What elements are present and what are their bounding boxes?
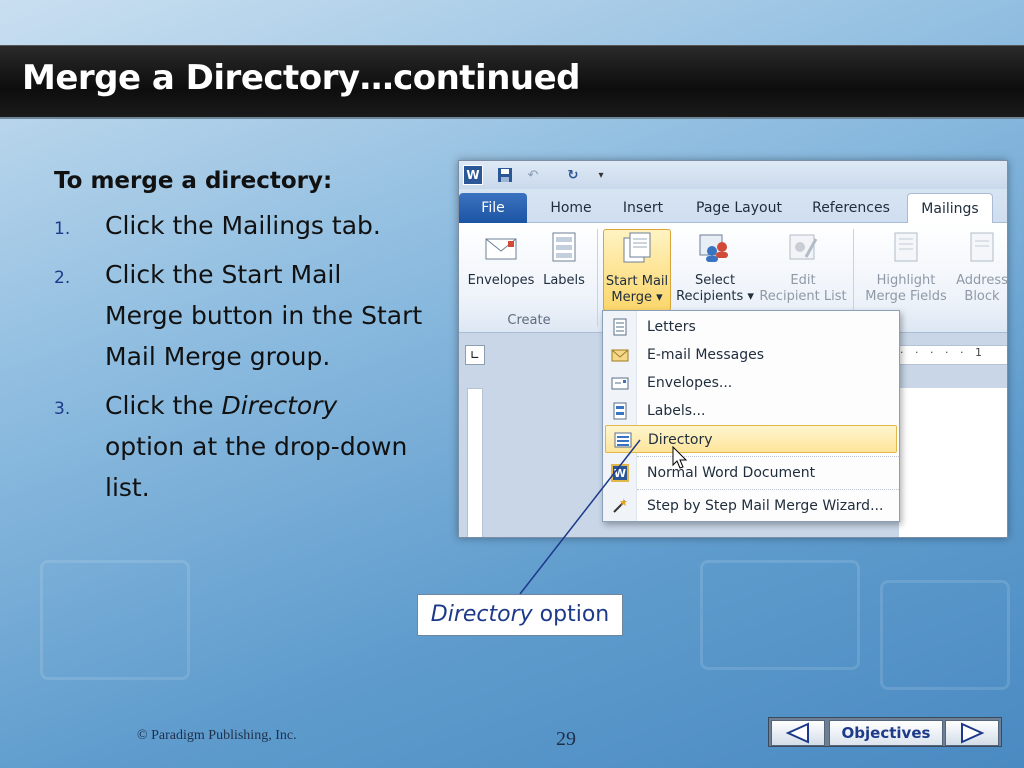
undo-icon[interactable]: ↶ bbox=[523, 165, 543, 185]
step-item: 3. Click the Directory option at the dro… bbox=[54, 385, 424, 508]
envelope-icon bbox=[611, 374, 629, 392]
email-icon bbox=[611, 346, 629, 364]
labels-button[interactable]: Labels bbox=[539, 229, 589, 311]
redo-icon[interactable]: ↻ bbox=[563, 165, 583, 185]
edit-recipient-label-2: Recipient List bbox=[759, 289, 847, 304]
tab-mailings[interactable]: Mailings bbox=[907, 193, 993, 223]
menu-item-envelopes[interactable]: Envelopes... bbox=[603, 369, 899, 397]
highlight-merge-fields-button[interactable]: Highlight Merge Fields bbox=[859, 229, 953, 311]
recipients-icon bbox=[698, 229, 732, 265]
edit-recipient-label-1: Edit bbox=[790, 273, 816, 288]
objectives-button[interactable]: Objectives bbox=[829, 720, 943, 746]
horizontal-ruler: · · · · · 1 bbox=[899, 345, 1007, 365]
labels-label: Labels bbox=[543, 273, 585, 288]
step-item: 1. Click the Mailings tab. bbox=[54, 205, 424, 246]
step-text: Click the Mailings tab. bbox=[105, 211, 381, 240]
page-number: 29 bbox=[556, 728, 576, 750]
mouse-cursor-icon bbox=[672, 445, 688, 470]
labels-icon bbox=[547, 229, 581, 265]
tab-selector-icon[interactable]: ∟ bbox=[465, 345, 485, 365]
address-label-2: Block bbox=[964, 289, 1000, 304]
highlight-label-1: Highlight bbox=[876, 273, 936, 288]
envelopes-button[interactable]: Envelopes bbox=[463, 229, 539, 311]
menu-item-label: Letters bbox=[647, 319, 696, 335]
start-mail-merge-button[interactable]: Start Mail Merge ▾ bbox=[603, 229, 671, 311]
arrow-right-icon bbox=[961, 722, 985, 744]
start-mail-merge-menu: Letters E-mail Messages Envelopes... Lab… bbox=[602, 310, 900, 522]
instructions-heading: To merge a directory: bbox=[54, 168, 333, 194]
arrow-left-icon bbox=[785, 722, 809, 744]
highlight-fields-icon bbox=[889, 229, 923, 265]
menu-item-label: Labels... bbox=[647, 403, 706, 419]
word-logo-icon: W bbox=[463, 165, 483, 185]
highlight-label-2: Merge Fields bbox=[865, 289, 947, 304]
address-block-button[interactable]: Address Block bbox=[951, 229, 1008, 311]
envelope-icon bbox=[484, 229, 518, 265]
start-mail-merge-label-1: Start Mail bbox=[605, 274, 669, 289]
create-group-label: Create bbox=[507, 313, 551, 328]
menu-item-label: E-mail Messages bbox=[647, 347, 764, 363]
title-bar: Merge a Directory…continued bbox=[0, 45, 1024, 119]
edit-list-icon bbox=[786, 229, 820, 265]
menu-item-label: Envelopes... bbox=[647, 375, 733, 391]
menu-separator bbox=[637, 489, 899, 490]
background-keycap bbox=[700, 560, 860, 670]
directory-callout: Directory option bbox=[417, 594, 623, 636]
start-mail-merge-label-2: Merge ▾ bbox=[611, 290, 663, 305]
quick-access-toolbar: W ↶ ↻ ▾ bbox=[459, 161, 1007, 189]
letter-icon bbox=[611, 318, 629, 336]
slide-navigation: Objectives bbox=[768, 717, 1002, 747]
step-number: 3. bbox=[54, 399, 71, 419]
step-number: 2. bbox=[54, 268, 71, 288]
select-recipients-button[interactable]: Select Recipients ▾ bbox=[673, 229, 757, 311]
start-mail-merge-icon bbox=[620, 230, 654, 266]
step-item: 2. Click the Start Mail Merge button in … bbox=[54, 254, 424, 377]
previous-slide-button[interactable] bbox=[771, 720, 825, 746]
callout-italic: Directory bbox=[430, 602, 533, 627]
menu-item-directory[interactable]: Directory bbox=[605, 425, 897, 453]
step-text-post: option at the drop-down list. bbox=[105, 432, 408, 502]
vertical-ruler bbox=[467, 388, 483, 537]
instructions: To merge a directory: 1. Click the Maili… bbox=[54, 165, 424, 508]
background-keycap bbox=[880, 580, 1010, 690]
select-recipients-label-2: Recipients ▾ bbox=[676, 289, 754, 304]
wizard-icon bbox=[611, 497, 629, 515]
menu-item-normal-word-document[interactable]: W Normal Word Document bbox=[603, 459, 899, 487]
tab-home[interactable]: Home bbox=[543, 193, 599, 223]
menu-item-email-messages[interactable]: E-mail Messages bbox=[603, 341, 899, 369]
svg-text:W: W bbox=[614, 467, 626, 480]
menu-item-mail-merge-wizard[interactable]: Step by Step Mail Merge Wizard... bbox=[603, 492, 899, 520]
step-number: 1. bbox=[54, 219, 71, 239]
tab-file[interactable]: File bbox=[459, 193, 527, 223]
copyright-text: © Paradigm Publishing, Inc. bbox=[137, 728, 297, 743]
save-icon[interactable] bbox=[495, 165, 515, 185]
callout-text: option bbox=[532, 602, 610, 627]
step-text-italic: Directory bbox=[221, 391, 338, 420]
group-separator bbox=[597, 229, 598, 327]
tab-page-layout[interactable]: Page Layout bbox=[691, 193, 787, 223]
slide-title: Merge a Directory…continued bbox=[22, 58, 581, 98]
directory-icon bbox=[614, 431, 632, 449]
tab-insert[interactable]: Insert bbox=[615, 193, 671, 223]
address-label-1: Address bbox=[956, 273, 1008, 288]
edit-recipient-list-button[interactable]: Edit Recipient List bbox=[757, 229, 849, 311]
step-text-pre: Click the bbox=[105, 391, 222, 420]
select-recipients-label-1: Select bbox=[694, 273, 736, 288]
ribbon-tabs: File Home Insert Page Layout References … bbox=[459, 189, 1007, 223]
word-icon: W bbox=[611, 464, 629, 482]
menu-item-label: Step by Step Mail Merge Wizard... bbox=[647, 498, 884, 514]
address-block-icon bbox=[965, 229, 999, 265]
step-text: Click the Start Mail Merge button in the… bbox=[105, 260, 423, 371]
tab-references[interactable]: References bbox=[805, 193, 897, 223]
envelopes-label: Envelopes bbox=[467, 273, 535, 288]
document-page[interactable] bbox=[899, 388, 1007, 537]
next-slide-button[interactable] bbox=[945, 720, 999, 746]
labels-icon bbox=[611, 402, 629, 420]
qat-customize-icon[interactable]: ▾ bbox=[591, 165, 611, 185]
menu-item-letters[interactable]: Letters bbox=[603, 313, 899, 341]
menu-item-labels[interactable]: Labels... bbox=[603, 397, 899, 425]
background-keycap bbox=[40, 560, 190, 680]
